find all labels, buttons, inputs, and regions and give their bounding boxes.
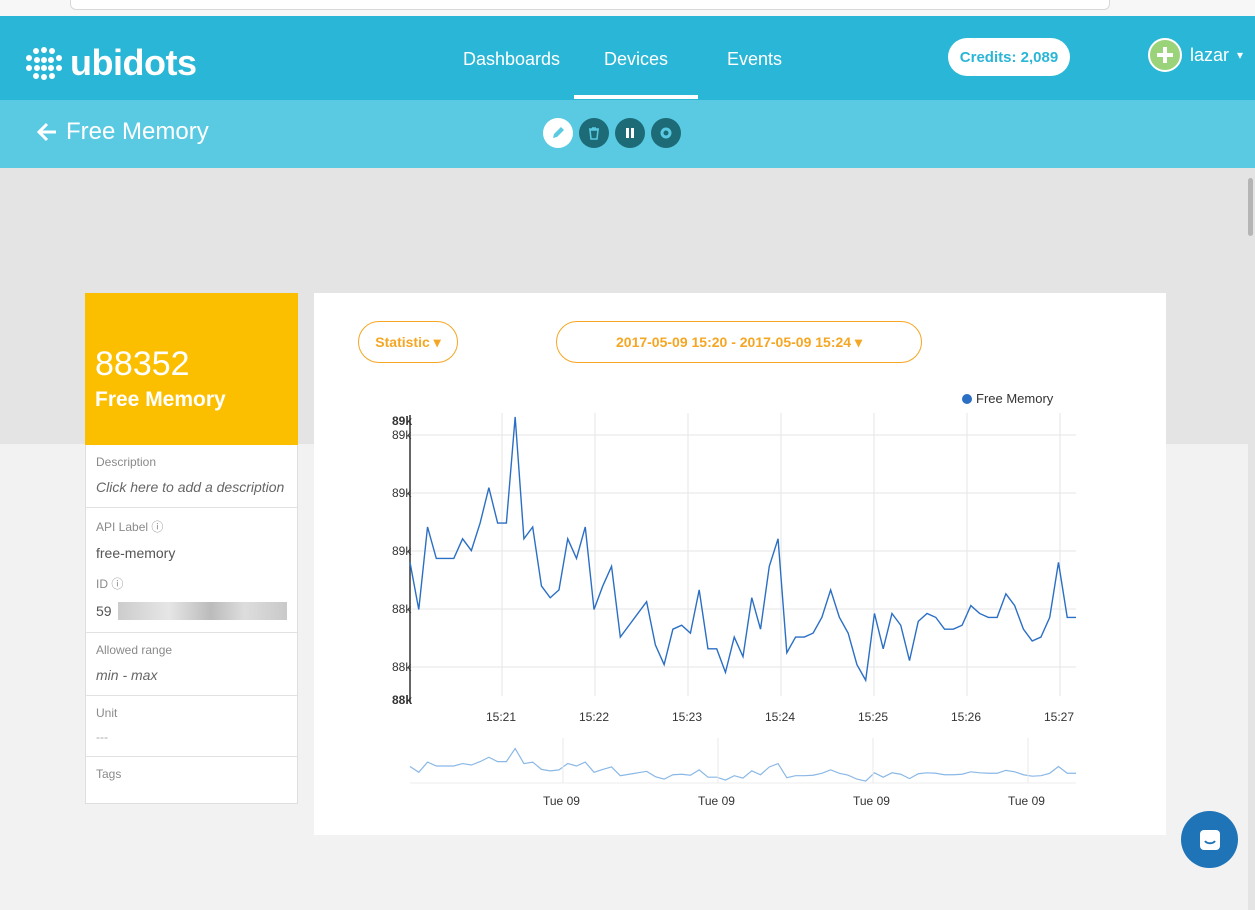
pause-button[interactable] [615,118,645,148]
info-icon[interactable]: ⓘ [111,577,123,591]
api-label-label-text: API Label [96,520,149,534]
allowed-range-value[interactable]: min - max [96,667,287,683]
id-prefix: 59 [96,603,112,619]
date-range-dropdown[interactable]: 2017-05-09 15:20 - 2017-05-09 15:24 ▾ [556,321,922,363]
variable-actions [543,118,681,148]
navigator-tick-label: Tue 09 [543,794,580,808]
variable-title: Free Memory [66,118,209,145]
edit-button[interactable] [543,118,573,148]
variable-name: Free Memory [95,388,226,411]
brand-name: ubidots [70,42,197,83]
device-subheader: Free Memory [0,100,1255,168]
tags-label: Tags [96,767,122,781]
navigator-tick-label: Tue 09 [698,794,735,808]
id-value: 59 [96,602,287,620]
arrow-left-icon [36,122,56,142]
avatar [1148,38,1182,72]
chevron-down-icon: ▾ [854,333,862,350]
delete-button[interactable] [579,118,609,148]
back-link[interactable]: Free Memory [36,118,209,146]
browser-top-strip [0,0,1255,16]
tags-section: Tags [86,757,297,803]
info-icon[interactable]: ⓘ [151,520,163,534]
legend-dot [962,393,972,404]
x-tick-label: 15:27 [1044,710,1074,724]
trash-icon [589,127,599,140]
top-navbar: ubidots Dashboards Devices Events Credit… [0,16,1255,100]
description-field[interactable]: Click here to add a description [96,479,287,495]
x-tick-label: 15:25 [858,710,888,724]
unit-value[interactable]: --- [96,730,287,744]
last-value: 88352 [95,345,190,383]
variable-properties: Description Click here to add a descript… [85,445,298,804]
chart-card: 89k 89k 89k 88k 88k 89k 88k 15:21 15:22 15:23 15:2… [314,293,1166,835]
credits-button[interactable]: Credits: 2,089 [948,38,1070,76]
description-label: Description [96,455,157,469]
chevron-down-icon: ▾ [433,333,441,350]
id-label: ID ⓘ [96,575,287,592]
api-label-section: API Label ⓘ free-memory ID ⓘ 59 [86,508,297,633]
series-line [409,416,1076,683]
x-tick-label: 15:24 [765,710,795,724]
nav-tab-events[interactable]: Events [727,49,782,70]
date-range-label: 2017-05-09 15:20 - 2017-05-09 15:24 [616,334,852,350]
user-menu[interactable]: lazar ▾ [1148,38,1243,72]
allowed-range-section: Allowed range min - max [86,633,297,696]
gear-icon [660,127,672,139]
brand-logo[interactable]: ubidots [24,42,197,84]
nav-tab-dashboards[interactable]: Dashboards [463,49,560,70]
pencil-icon [553,127,564,138]
navigator-tick-label: Tue 09 [853,794,890,808]
unit-section: Unit --- [86,696,297,757]
user-name: lazar [1190,44,1230,65]
legend-label: Free Memory [976,391,1054,406]
statistic-dropdown[interactable]: Statistic ▾ [358,321,458,363]
chevron-down-icon: ▾ [1237,48,1244,62]
chat-icon [1199,829,1220,850]
x-tick-label: 15:22 [579,710,609,724]
unit-label: Unit [96,706,118,720]
api-label-value[interactable]: free-memory [96,545,287,561]
avatar-pattern-icon [1157,47,1173,63]
x-tick-label: 15:23 [672,710,702,724]
x-tick-label: 15:26 [951,710,981,724]
chart-legend[interactable]: Free Memory [962,391,1053,406]
logo-dots-icon [26,47,62,80]
last-value-panel: 88352 Free Memory [85,293,298,445]
pause-icon [626,128,634,138]
navigator-series [409,747,1076,782]
x-tick-label: 15:21 [486,710,516,724]
address-bar[interactable] [70,0,1110,10]
id-label-text: ID [96,577,108,591]
description-section: Description Click here to add a descript… [86,445,297,508]
statistic-label: Statistic [375,334,430,350]
navigator-tick-label: Tue 09 [1008,794,1045,808]
allowed-range-label: Allowed range [96,643,173,657]
nav-tab-devices[interactable]: Devices [573,49,699,99]
variable-details-card: 88352 Free Memory Description Click here… [85,293,298,910]
id-redacted [117,602,287,620]
chat-button[interactable] [1181,811,1238,868]
scrollbar[interactable] [1248,168,1255,910]
settings-button[interactable] [651,118,681,148]
scrollbar-thumb[interactable] [1248,178,1253,236]
chart: 89k89k89k88k88k89k88k15:21 15:22 15:23 15:2… [392,413,1076,808]
api-label-label: API Label ⓘ [96,518,287,535]
